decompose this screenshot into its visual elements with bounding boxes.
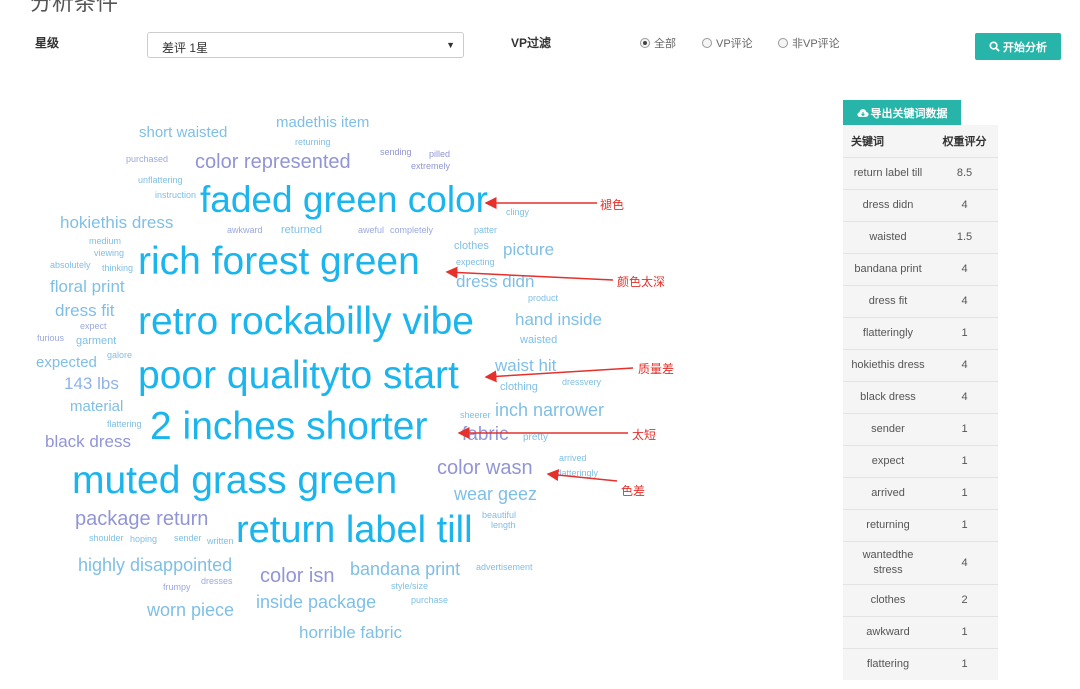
table-row: return label till 8.5 bbox=[843, 157, 998, 190]
vp-radio-vp-label: VP评论 bbox=[716, 38, 753, 50]
search-icon bbox=[989, 41, 1000, 52]
keyword-cell: wantedthe stress bbox=[843, 541, 931, 585]
score-cell: 1 bbox=[931, 648, 998, 680]
keyword-cell: sender bbox=[843, 413, 931, 446]
score-cell: 4 bbox=[931, 381, 998, 414]
score-cell: 8.5 bbox=[931, 157, 998, 190]
table-row: expect 1 bbox=[843, 445, 998, 478]
score-cell: 4 bbox=[931, 253, 998, 286]
keyword-cell: flattering bbox=[843, 648, 931, 680]
score-cell: 4 bbox=[931, 285, 998, 318]
score-cell: 4 bbox=[931, 541, 998, 585]
score-cell: 4 bbox=[931, 349, 998, 382]
table-row: dress fit 4 bbox=[843, 285, 998, 318]
keyword-cell: expect bbox=[843, 445, 931, 478]
score-cell: 1 bbox=[931, 616, 998, 649]
keyword-cell: bandana print bbox=[843, 253, 931, 286]
score-cell: 2 bbox=[931, 584, 998, 617]
arrow-color-diff bbox=[546, 469, 618, 482]
table-row: awkward 1 bbox=[843, 616, 998, 649]
vp-radio-non-vp-label: 非VP评论 bbox=[792, 38, 840, 50]
score-cell: 1 bbox=[931, 509, 998, 542]
table-row: arrived 1 bbox=[843, 477, 998, 510]
annotation-poor-quality: 质量差 bbox=[638, 362, 675, 376]
score-cell: 4 bbox=[931, 189, 998, 222]
keyword-cell: return label till bbox=[843, 157, 931, 190]
start-analysis-label: 开始分析 bbox=[1003, 41, 1047, 54]
vp-radio-non-vp[interactable]: 非VP评论 bbox=[778, 35, 840, 51]
table-header-row: 关键词 权重评分 bbox=[843, 125, 998, 158]
table-row: black dress 4 bbox=[843, 381, 998, 414]
keyword-cell: awkward bbox=[843, 616, 931, 649]
table-row: flattering 1 bbox=[843, 648, 998, 680]
arrow-too-dark bbox=[445, 266, 614, 281]
keyword-cell: flatteringly bbox=[843, 317, 931, 350]
keyword-cell: arrived bbox=[843, 477, 931, 510]
radio-unselected-icon bbox=[702, 38, 712, 48]
score-cell: 1 bbox=[931, 445, 998, 478]
table-row: clothes 2 bbox=[843, 584, 998, 617]
annotation-color-diff: 色差 bbox=[621, 484, 646, 498]
score-cell: 1 bbox=[931, 477, 998, 510]
arrow-poor-quality bbox=[484, 367, 634, 383]
keyword-cell: waisted bbox=[843, 221, 931, 254]
table-row: hokiethis dress 4 bbox=[843, 349, 998, 382]
start-analysis-button[interactable]: 开始分析 bbox=[975, 33, 1061, 60]
table-row: dress didn 4 bbox=[843, 189, 998, 222]
cloud-download-icon bbox=[856, 108, 869, 117]
keyword-cell: clothes bbox=[843, 584, 931, 617]
table-row: wantedthe stress 4 bbox=[843, 541, 998, 585]
export-keywords-button[interactable]: 导出关键词数据 bbox=[843, 100, 961, 125]
keyword-cell: black dress bbox=[843, 381, 931, 414]
radio-unselected-icon bbox=[778, 38, 788, 48]
score-cell: 1 bbox=[931, 413, 998, 446]
keyword-cell: dress fit bbox=[843, 285, 931, 318]
score-cell: 1.5 bbox=[931, 221, 998, 254]
score-cell: 1 bbox=[931, 317, 998, 350]
table-row: flatteringly 1 bbox=[843, 317, 998, 350]
vp-radio-vp[interactable]: VP评论 bbox=[702, 35, 753, 51]
keyword-cell: hokiethis dress bbox=[843, 349, 931, 382]
keyword-table: 关键词 权重评分 return label till 8.5 dress didn… bbox=[843, 125, 998, 680]
table-row: returning 1 bbox=[843, 509, 998, 542]
header-score: 权重评分 bbox=[931, 125, 998, 158]
keyword-cell: returning bbox=[843, 509, 931, 542]
annotation-too-short: 太短 bbox=[632, 428, 657, 442]
table-row: bandana print 4 bbox=[843, 253, 998, 286]
table-row: waisted 1.5 bbox=[843, 221, 998, 254]
export-keywords-label: 导出关键词数据 bbox=[870, 107, 948, 120]
annotation-faded: 褪色 bbox=[600, 198, 625, 212]
keyword-cell: dress didn bbox=[843, 189, 931, 222]
annotation-arrows bbox=[445, 197, 634, 482]
header-keyword: 关键词 bbox=[843, 125, 931, 158]
table-row: sender 1 bbox=[843, 413, 998, 446]
annotation-too-dark: 颜色太深 bbox=[617, 275, 666, 289]
